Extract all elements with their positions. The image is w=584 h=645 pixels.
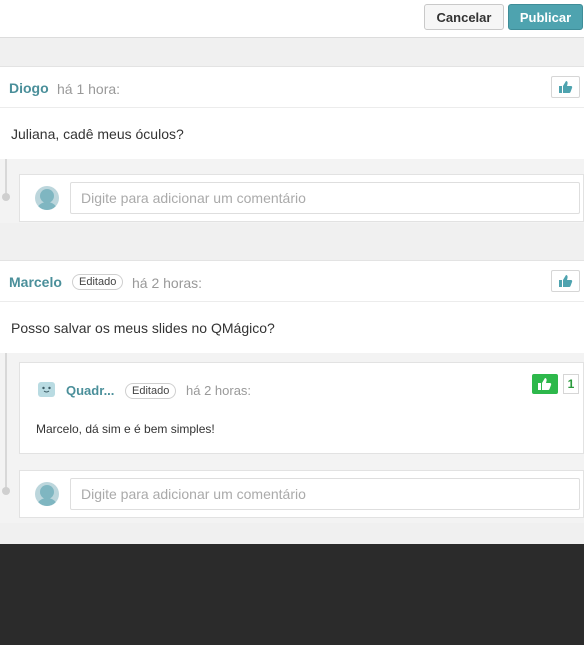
comment-header: Marcelo Editado há 2 horas:	[0, 261, 584, 302]
reply-composer	[19, 470, 584, 518]
reply-text: Marcelo, dá sim e é bem simples!	[36, 422, 215, 436]
edited-badge: Editado	[72, 274, 124, 290]
reply-composer	[19, 174, 584, 222]
comment-time: há 1 hora:	[57, 81, 121, 97]
avatar	[35, 186, 59, 210]
cancel-button[interactable]: Cancelar	[424, 4, 504, 30]
comment-header: Diogo há 1 hora:	[0, 67, 584, 108]
comment-text: Juliana, cadê meus óculos?	[11, 126, 184, 142]
comment-author[interactable]: Diogo	[9, 80, 49, 96]
like-button[interactable]	[551, 76, 580, 98]
comment-card: Marcelo Editado há 2 horas: Posso salvar…	[0, 260, 584, 354]
thread-dot	[2, 487, 10, 495]
reply-thread: Quadr... Editado há 2 horas: 1 Marcelo, …	[0, 353, 584, 523]
comment-time: há 2 horas:	[132, 275, 203, 291]
comment-input[interactable]	[70, 478, 580, 510]
dark-footer	[0, 544, 584, 645]
comment-card: Diogo há 1 hora: Juliana, cadê meus ócul…	[0, 66, 584, 160]
like-count: 1	[563, 374, 579, 394]
thumbs-up-icon	[558, 275, 572, 287]
reply-thread	[0, 159, 584, 223]
top-toolbar: Cancelar Publicar	[0, 0, 584, 38]
comments-page: Cancelar Publicar Diogo há 1 hora: Julia…	[0, 0, 584, 544]
thread-dot	[2, 193, 10, 201]
bot-avatar-icon	[38, 382, 55, 397]
thread-line	[5, 353, 7, 491]
like-button[interactable]	[551, 270, 580, 292]
reply-author[interactable]: Quadr...	[66, 383, 114, 398]
publish-button[interactable]: Publicar	[508, 4, 583, 30]
thumbs-up-icon	[558, 81, 572, 93]
avatar	[35, 482, 59, 506]
like-button-active[interactable]	[532, 374, 558, 394]
thumbs-up-icon	[538, 378, 552, 390]
thread-line	[5, 159, 7, 197]
comment-input[interactable]	[70, 182, 580, 214]
edited-badge: Editado	[125, 383, 177, 399]
comment-text: Posso salvar os meus slides no QMágico?	[11, 320, 275, 336]
reply-card: Quadr... Editado há 2 horas: 1 Marcelo, …	[19, 362, 584, 454]
comment-author[interactable]: Marcelo	[9, 274, 62, 290]
reply-time: há 2 horas:	[186, 383, 252, 398]
